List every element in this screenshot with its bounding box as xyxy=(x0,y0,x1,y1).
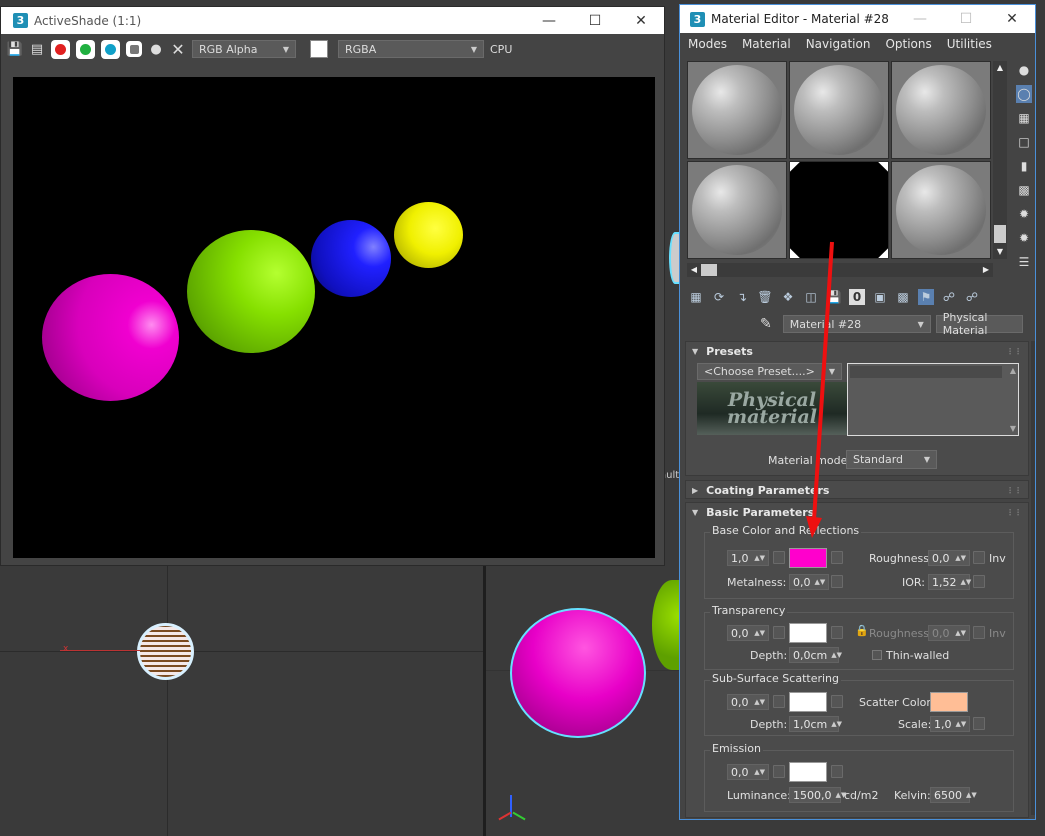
annotation-arrow-head xyxy=(806,516,822,538)
annotation-arrow-line xyxy=(812,241,834,521)
annotation-arrow-layer xyxy=(806,241,834,538)
